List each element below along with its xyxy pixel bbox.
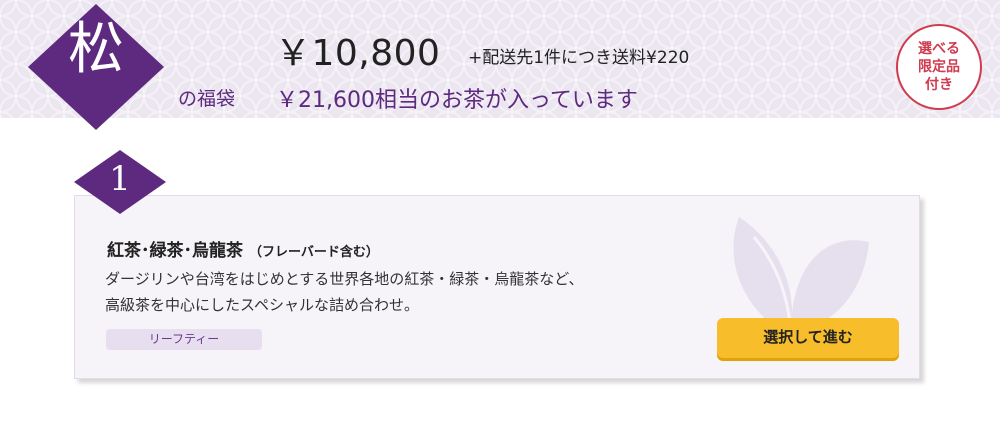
limited-item-badge: 選べる 限定品 付き xyxy=(896,24,982,110)
rank-kanji: 松 xyxy=(68,17,124,82)
option-card: 紅茶･緑茶･烏龍茶 （フレーバード含む） ダージリンや台湾をはじめとする世界各地の… xyxy=(74,195,920,379)
select-and-proceed-button[interactable]: 選択して進む xyxy=(717,318,899,358)
leaf-tea-tag: リーフティー xyxy=(106,329,262,350)
option-description: ダージリンや台湾をはじめとする世界各地の紅茶・緑茶・烏龍茶など、 高級茶を中心に… xyxy=(105,266,705,318)
shipping-note: +配送先1件につき送料¥220 xyxy=(468,48,690,68)
option-title-main: 紅茶･緑茶･烏龍茶 xyxy=(107,241,243,261)
option-description-line: 高級茶を中心にしたスペシャルな詰め合わせ。 xyxy=(105,296,419,314)
option-title-note: （フレーバード含む） xyxy=(249,245,379,260)
option-title: 紅茶･緑茶･烏龍茶 （フレーバード含む） xyxy=(107,236,379,261)
limited-item-badge-text: 選べる 限定品 付き xyxy=(918,41,960,93)
fukubukuro-label: の福袋 xyxy=(178,88,236,110)
option-number: 1 xyxy=(109,159,131,199)
option-description-line: ダージリンや台湾をはじめとする世界各地の紅茶・緑茶・烏龍茶など、 xyxy=(105,270,584,288)
equivalent-value: ￥21,600相当のお茶が入っています xyxy=(276,88,638,113)
price: ￥10,800 xyxy=(275,33,441,74)
